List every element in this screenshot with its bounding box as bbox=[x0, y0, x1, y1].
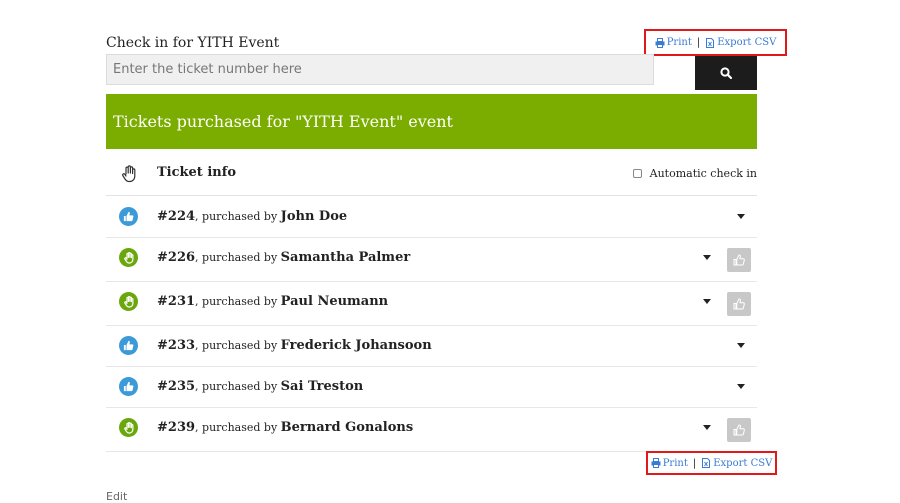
export-separator: | bbox=[696, 37, 701, 48]
hand-icon bbox=[123, 295, 133, 308]
edit-link[interactable]: Edit bbox=[106, 490, 127, 503]
ticket-row[interactable]: #233, purchased by Frederick Johansoon bbox=[106, 326, 757, 367]
tickets-banner: Tickets purchased for "YITH Event" event bbox=[106, 94, 757, 149]
buyer-name: Paul Neumann bbox=[280, 294, 389, 309]
automatic-checkin-checkbox[interactable] bbox=[632, 169, 642, 178]
search-button[interactable] bbox=[695, 56, 757, 90]
ticket-info: #231, purchased by Paul Neumann bbox=[157, 294, 388, 309]
file-icon bbox=[702, 458, 711, 468]
automatic-checkin-control: Automatic check in bbox=[632, 167, 757, 180]
buyer-name: Frederick Johansoon bbox=[280, 338, 432, 353]
ticket-info: #233, purchased by Frederick Johansoon bbox=[157, 338, 432, 353]
hand-icon bbox=[123, 251, 133, 264]
caret-down-icon[interactable] bbox=[737, 214, 745, 219]
ticket-row[interactable]: #226, purchased by Samantha Palmer bbox=[106, 238, 757, 282]
export-links-bottom: Print | Export CSV bbox=[646, 451, 777, 475]
purchased-by-text: , purchased by bbox=[195, 421, 281, 434]
checkin-button[interactable] bbox=[727, 292, 751, 316]
caret-down-icon[interactable] bbox=[737, 384, 745, 389]
caret-down-icon[interactable] bbox=[737, 343, 745, 348]
ticket-number: #224 bbox=[157, 209, 196, 224]
export-separator: | bbox=[692, 457, 697, 469]
export-csv-label: Export CSV bbox=[713, 457, 773, 469]
export-links-top: Print | Export CSV bbox=[644, 29, 787, 56]
buyer-name: John Doe bbox=[280, 209, 348, 224]
ticket-info-label: Ticket info bbox=[157, 165, 236, 180]
ticket-info: #226, purchased by Samantha Palmer bbox=[157, 250, 410, 265]
thumbs-up-icon bbox=[123, 340, 134, 351]
export-csv-label: Export CSV bbox=[717, 37, 777, 48]
ticket-info: #224, purchased by John Doe bbox=[157, 209, 347, 224]
file-icon bbox=[706, 37, 715, 48]
ticket-number: #235 bbox=[157, 379, 196, 394]
ticket-row[interactable]: #235, purchased by Sai Treston bbox=[106, 367, 757, 408]
banner-title: Tickets purchased for "YITH Event" event bbox=[113, 112, 453, 131]
not-checked-in-status bbox=[119, 248, 138, 267]
ticket-info: #235, purchased by Sai Treston bbox=[157, 379, 363, 394]
purchased-by-text: , purchased by bbox=[195, 380, 281, 393]
hand-icon bbox=[123, 421, 133, 434]
checkin-button[interactable] bbox=[727, 248, 751, 272]
not-checked-in-status bbox=[119, 292, 138, 311]
printer-icon bbox=[655, 37, 665, 48]
ticket-table-header: Ticket info Automatic check in bbox=[106, 151, 757, 196]
purchased-by-text: , purchased by bbox=[195, 295, 281, 308]
ticket-info: #239, purchased by Bernard Gonalons bbox=[157, 420, 413, 435]
print-link[interactable]: Print bbox=[655, 37, 692, 48]
thumbs-up-icon bbox=[123, 211, 134, 222]
buyer-name: Samantha Palmer bbox=[280, 250, 411, 265]
checkin-button[interactable] bbox=[727, 418, 751, 442]
buyer-name: Bernard Gonalons bbox=[280, 420, 414, 435]
checked-in-status bbox=[119, 377, 138, 396]
thumbs-up-icon bbox=[733, 424, 745, 436]
print-label: Print bbox=[666, 37, 692, 48]
thumbs-up-icon bbox=[733, 298, 745, 310]
purchased-by-text: , purchased by bbox=[195, 251, 281, 264]
thumbs-up-icon bbox=[733, 254, 745, 266]
ticket-number: #231 bbox=[157, 294, 196, 309]
purchased-by-text: , purchased by bbox=[195, 339, 281, 352]
ticket-number: #233 bbox=[157, 338, 196, 353]
printer-icon bbox=[651, 458, 661, 468]
ticket-row[interactable]: #239, purchased by Bernard Gonalons bbox=[106, 408, 757, 452]
print-label: Print bbox=[662, 457, 688, 469]
hand-icon bbox=[122, 165, 136, 183]
checkin-title: Check in for YITH Event bbox=[106, 35, 280, 51]
ticket-number-input[interactable] bbox=[106, 54, 654, 85]
purchased-by-text: , purchased by bbox=[195, 210, 281, 223]
checked-in-status bbox=[119, 336, 138, 355]
automatic-checkin-label: Automatic check in bbox=[649, 167, 757, 180]
ticket-row[interactable]: #231, purchased by Paul Neumann bbox=[106, 282, 757, 326]
ticket-number: #239 bbox=[157, 420, 196, 435]
caret-down-icon[interactable] bbox=[703, 255, 711, 260]
ticket-row[interactable]: #224, purchased by John Doe bbox=[106, 197, 757, 238]
export-csv-link[interactable]: Export CSV bbox=[705, 37, 776, 48]
buyer-name: Sai Treston bbox=[280, 379, 364, 394]
caret-down-icon[interactable] bbox=[703, 299, 711, 304]
print-link[interactable]: Print bbox=[651, 458, 688, 469]
checked-in-status bbox=[119, 207, 138, 226]
ticket-number: #226 bbox=[157, 250, 196, 265]
caret-down-icon[interactable] bbox=[703, 425, 711, 430]
thumbs-up-icon bbox=[123, 381, 134, 392]
not-checked-in-status bbox=[119, 418, 138, 437]
search-icon bbox=[720, 67, 732, 79]
export-csv-link[interactable]: Export CSV bbox=[701, 458, 772, 469]
